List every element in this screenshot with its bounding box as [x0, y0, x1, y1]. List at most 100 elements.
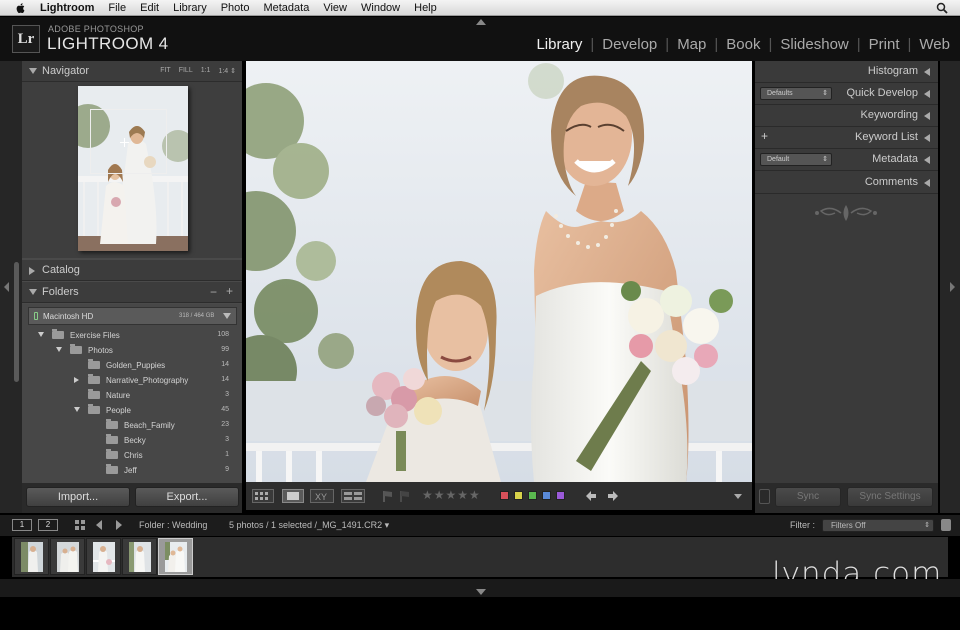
- quick-develop-header[interactable]: Defaults Quick Develop: [755, 83, 938, 105]
- source-label[interactable]: Folder : Wedding: [139, 520, 207, 530]
- forward-arrow-icon[interactable]: [112, 519, 124, 531]
- import-button[interactable]: Import...: [26, 487, 130, 507]
- left-panel-scrollbar[interactable]: [14, 262, 19, 382]
- volume-row[interactable]: Macintosh HD 318 / 464 GB: [28, 307, 237, 325]
- filmstrip-thumbnail[interactable]: [122, 538, 157, 575]
- disclosure-down-icon[interactable]: [56, 347, 62, 352]
- sync-settings-button[interactable]: Sync Settings: [847, 487, 933, 507]
- flag-reject-icon[interactable]: [399, 489, 411, 503]
- menu-metadata[interactable]: Metadata: [263, 2, 309, 14]
- folders-header[interactable]: Folders − +: [22, 282, 242, 303]
- color-label-yellow[interactable]: [514, 491, 523, 500]
- disclosure-right-icon[interactable]: [74, 377, 79, 383]
- volume-collapse-icon[interactable]: [223, 313, 231, 319]
- folder-row-exercise-files[interactable]: Exercise Files 108: [22, 328, 242, 343]
- menu-help[interactable]: Help: [414, 2, 437, 14]
- navigator-header[interactable]: Navigator FIT FILL 1:1 1:4 ⇕: [22, 61, 242, 82]
- spotlight-search-icon[interactable]: [936, 2, 948, 14]
- zoom-custom[interactable]: 1:4 ⇕: [218, 67, 236, 75]
- remove-folder-button[interactable]: −: [210, 285, 217, 299]
- bottom-panel-collapse-arrow-icon[interactable]: [476, 589, 486, 595]
- menu-library[interactable]: Library: [173, 2, 207, 14]
- menu-app-name[interactable]: Lightroom: [40, 2, 94, 14]
- secondary-display-button[interactable]: 2: [38, 519, 58, 531]
- right-panel-collapse-arrow-icon[interactable]: [950, 282, 955, 292]
- grid-view-icon[interactable]: [252, 489, 274, 503]
- compare-view-icon[interactable]: XY: [310, 489, 334, 503]
- grid-view-icon[interactable]: [74, 519, 86, 531]
- catalog-header[interactable]: Catalog: [22, 260, 242, 281]
- back-arrow-icon[interactable]: [94, 519, 106, 531]
- disclosure-left-icon: [924, 179, 930, 187]
- color-label-red[interactable]: [500, 491, 509, 500]
- folder-icon: [88, 389, 100, 399]
- star-rating[interactable]: ★★★★★: [422, 488, 481, 502]
- quick-develop-preset-select[interactable]: Defaults: [760, 87, 832, 100]
- folder-row-people[interactable]: People 45: [22, 403, 242, 418]
- loupe-photo-view[interactable]: [246, 61, 752, 482]
- zoom-fill[interactable]: FILL: [179, 67, 193, 75]
- folder-row-beach-family[interactable]: Beach_Family 23: [22, 418, 242, 433]
- add-folder-button[interactable]: +: [226, 284, 233, 298]
- folder-row-jeff[interactable]: Jeff 9: [22, 463, 242, 478]
- module-web[interactable]: Web: [919, 36, 950, 53]
- auto-sync-toggle[interactable]: [759, 489, 770, 504]
- survey-view-icon[interactable]: [341, 489, 365, 503]
- folder-row-photos[interactable]: Photos 99: [22, 343, 242, 358]
- previous-photo-arrow-icon[interactable]: [584, 489, 598, 503]
- menu-view[interactable]: View: [323, 2, 347, 14]
- left-panel-collapse-arrow-icon[interactable]: [4, 282, 9, 292]
- apple-menu-icon[interactable]: [14, 2, 28, 14]
- color-label-purple[interactable]: [556, 491, 565, 500]
- menu-photo[interactable]: Photo: [221, 2, 250, 14]
- color-label-green[interactable]: [528, 491, 537, 500]
- folder-row-golden-puppies[interactable]: Golden_Puppies 14: [22, 358, 242, 373]
- module-print[interactable]: Print: [869, 36, 900, 53]
- folder-count: 1: [225, 451, 229, 458]
- filmstrip-thumbnail[interactable]: [14, 538, 49, 575]
- filmstrip-thumbnail-selected[interactable]: [158, 538, 193, 575]
- filmstrip-thumbnail[interactable]: [86, 538, 121, 575]
- zoom-fit[interactable]: FIT: [160, 67, 171, 75]
- menu-window[interactable]: Window: [361, 2, 400, 14]
- metadata-preset-select[interactable]: Default: [760, 153, 832, 166]
- sync-button[interactable]: Sync: [775, 487, 841, 507]
- folder-row-becky[interactable]: Becky 3: [22, 433, 242, 448]
- filter-select[interactable]: Filters Off: [822, 519, 934, 532]
- module-slideshow[interactable]: Slideshow: [780, 36, 848, 53]
- folders-title: Folders: [42, 286, 79, 298]
- menu-edit[interactable]: Edit: [140, 2, 159, 14]
- folder-row-narrative-photography[interactable]: Narrative_Photography 14: [22, 373, 242, 388]
- module-library[interactable]: Library: [536, 36, 582, 53]
- disclosure-down-icon[interactable]: [38, 332, 44, 337]
- add-keyword-button[interactable]: +: [761, 129, 768, 143]
- filmstrip-thumbnail[interactable]: [50, 538, 85, 575]
- flag-pick-icon[interactable]: [382, 489, 394, 503]
- color-label-blue[interactable]: [542, 491, 551, 500]
- module-book[interactable]: Book: [726, 36, 760, 53]
- loupe-view-icon[interactable]: [282, 489, 304, 503]
- disclosure-down-icon[interactable]: [74, 407, 80, 412]
- comments-header[interactable]: Comments: [755, 172, 938, 194]
- selection-info[interactable]: 5 photos / 1 selected /_MG_1491.CR2 ▾: [229, 520, 389, 531]
- zoom-1-1[interactable]: 1:1: [201, 67, 211, 75]
- top-panel-collapse-arrow-icon[interactable]: [476, 19, 486, 25]
- folder-row-chris[interactable]: Chris 1: [22, 448, 242, 463]
- filter-lock-icon[interactable]: [941, 519, 951, 531]
- export-button[interactable]: Export...: [135, 487, 239, 507]
- keywording-header[interactable]: Keywording: [755, 105, 938, 127]
- toolbar-options-icon[interactable]: [732, 489, 744, 503]
- folder-row-nature[interactable]: Nature 3: [22, 388, 242, 403]
- metadata-header[interactable]: Default Metadata: [755, 149, 938, 171]
- histogram-header[interactable]: Histogram: [755, 61, 938, 83]
- module-map[interactable]: Map: [677, 36, 706, 53]
- module-separator: |: [665, 36, 670, 53]
- navigator-thumbnail[interactable]: [78, 86, 188, 251]
- primary-display-button[interactable]: 1: [12, 519, 32, 531]
- folder-count: 3: [225, 436, 229, 443]
- module-develop[interactable]: Develop: [602, 36, 657, 53]
- keyword-list-header[interactable]: + Keyword List: [755, 127, 938, 149]
- disclosure-left-icon: [924, 90, 930, 98]
- next-photo-arrow-icon[interactable]: [606, 489, 620, 503]
- menu-file[interactable]: File: [108, 2, 126, 14]
